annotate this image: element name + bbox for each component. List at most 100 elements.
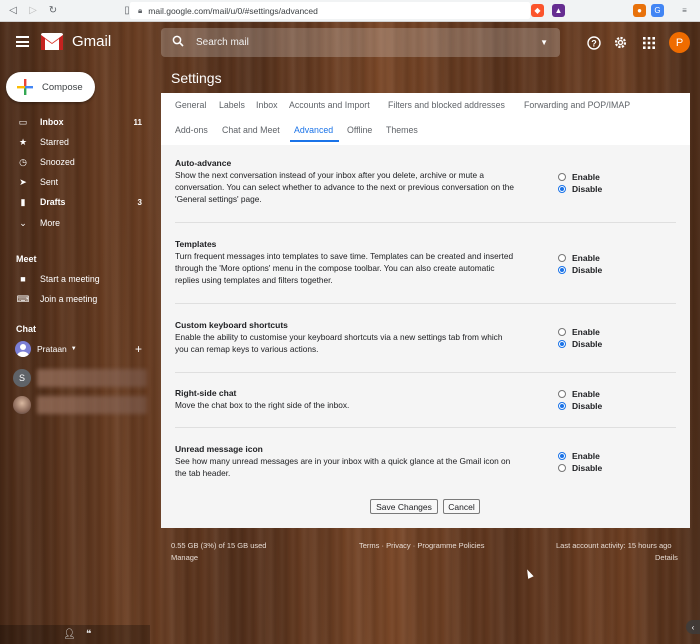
sidebar-item-more[interactable]: ⌄ More [0,214,150,232]
draft-icon: ▮ [20,196,26,207]
meet-heading: Meet [16,254,37,264]
settings-tabs: General Labels Inbox Accounts and Import… [161,93,690,145]
search-options-icon[interactable]: ▼ [540,38,548,47]
translate-icon[interactable]: G [651,4,664,17]
radio-button[interactable] [558,328,566,336]
address-bar[interactable]: 🔒︎ mail.google.com/mail/u/0/#settings/ad… [130,2,530,19]
sidebar-item-drafts[interactable]: ▮ Drafts 3 [0,193,150,211]
plus-icon [17,79,33,95]
brave-shield-icon[interactable]: ◆ [531,4,544,17]
tab-themes[interactable]: Themes [386,125,418,135]
compose-label: Compose [42,81,83,93]
templates-enable[interactable]: Enable [558,253,600,263]
contact-photo [13,396,31,414]
search-icon[interactable] [172,35,184,50]
chat-contact[interactable] [13,395,151,415]
setting-description: Enable the ability to customise your key… [175,332,503,354]
sidebar-item-inbox[interactable]: ▭ Inbox 11 [0,113,150,131]
setting-description: Turn frequent messages into templates to… [175,251,514,285]
star-icon: ★ [18,136,28,147]
sidebar-item-sent[interactable]: ➤ Sent [0,173,150,191]
divider [175,222,676,223]
back-icon[interactable]: ◁ [6,4,20,18]
gmail-logo[interactable]: Gmail [41,33,111,50]
join-meeting-item[interactable]: ⌨ Join a meeting [0,290,150,308]
brave-rewards-icon[interactable]: ▲ [552,4,565,17]
inbox-count: 11 [133,117,142,127]
shortcuts-disable[interactable]: Disable [558,339,602,349]
sidebar-item-starred[interactable]: ★ Starred [0,133,150,151]
auto-advance-enable[interactable]: Enable [558,172,600,182]
save-changes-button[interactable]: Save Changes [370,499,438,514]
gear-icon[interactable] [613,35,628,50]
side-panel-toggle[interactable]: ‹ [686,620,700,634]
tab-accounts[interactable]: Accounts and Import [289,100,370,110]
radio-button[interactable] [558,452,566,460]
radio-button[interactable] [558,185,566,193]
details-link[interactable]: Details [655,553,678,562]
compose-button[interactable]: Compose [6,72,95,102]
radio-button[interactable] [558,402,566,410]
url-text: mail.google.com/mail/u/0/#settings/advan… [148,5,318,16]
extension-icon[interactable]: ● [633,4,646,17]
hangouts-icon[interactable]: ❝ [86,629,91,640]
apps-grid-icon[interactable] [641,35,656,50]
tab-addons[interactable]: Add-ons [175,125,208,135]
tab-inbox[interactable]: Inbox [256,100,278,110]
redacted-contact [37,396,147,414]
active-tab-indicator [290,140,339,142]
templates-disable[interactable]: Disable [558,265,602,275]
search-input[interactable] [196,37,516,48]
chevron-down-icon: ▼ [70,346,77,352]
auto-advance-disable[interactable]: Disable [558,184,602,194]
tab-filters[interactable]: Filters and blocked addresses [388,100,505,110]
add-chat-icon[interactable]: + [135,342,142,356]
setting-title: Right-side chat [175,388,237,398]
redacted-contact [37,369,147,387]
start-meeting-item[interactable]: ■ Start a meeting [0,270,150,288]
right-chat-disable[interactable]: Disable [558,401,602,411]
menu-icon[interactable]: ≡ [678,4,691,17]
shortcuts-enable[interactable]: Enable [558,327,600,337]
search-bar[interactable]: ▼ [161,28,560,57]
unread-icon-enable[interactable]: Enable [558,451,600,461]
radio-button[interactable] [558,340,566,348]
person-icon[interactable]: 👤︎ [63,629,76,640]
divider [175,372,676,373]
unread-icon-disable[interactable]: Disable [558,463,602,473]
tab-advanced[interactable]: Advanced [294,125,333,135]
account-avatar[interactable]: P [669,32,690,53]
manage-storage-link[interactable]: Manage [171,553,198,562]
radio-button[interactable] [558,173,566,181]
setting-description: Show the next conversation instead of yo… [175,170,515,204]
right-chat-enable[interactable]: Enable [558,389,600,399]
radio-button[interactable] [558,464,566,472]
svg-text:?: ? [591,38,597,48]
last-activity: Last account activity: 15 hours ago [556,541,672,550]
contact-avatar: S [13,369,31,387]
footer-links[interactable]: Terms · Privacy · Programme Policies [359,541,484,550]
tab-forwarding[interactable]: Forwarding and POP/IMAP [524,100,630,110]
sidebar-bottom-bar: 👤︎ ❝ [0,625,150,644]
chat-contact[interactable]: S [13,368,151,388]
setting-title: Templates [175,239,217,249]
radio-button[interactable] [558,266,566,274]
tab-chat-meet[interactable]: Chat and Meet [222,125,280,135]
forward-icon[interactable]: ▷ [26,4,40,18]
radio-button[interactable] [558,254,566,262]
cancel-button[interactable]: Cancel [443,499,480,514]
tab-general[interactable]: General [175,100,206,110]
mouse-cursor [524,568,534,579]
setting-title: Unread message icon [175,444,263,454]
reload-icon[interactable]: ↻ [46,4,60,18]
chat-status-selector[interactable]: Prataan ▼ [15,341,77,357]
browser-toolbar: ◁ ▷ ↻ ▯ 🔒︎ mail.google.com/mail/u/0/#set… [0,0,700,22]
tab-labels[interactable]: Labels [219,100,245,110]
tab-offline[interactable]: Offline [347,125,372,135]
help-icon[interactable]: ? [586,35,601,50]
page-title: Settings [171,70,222,86]
sidebar-item-snoozed[interactable]: ◷ Snoozed [0,153,150,171]
keyboard-icon: ⌨ [16,293,30,304]
radio-button[interactable] [558,390,566,398]
main-menu-icon[interactable] [16,36,29,47]
